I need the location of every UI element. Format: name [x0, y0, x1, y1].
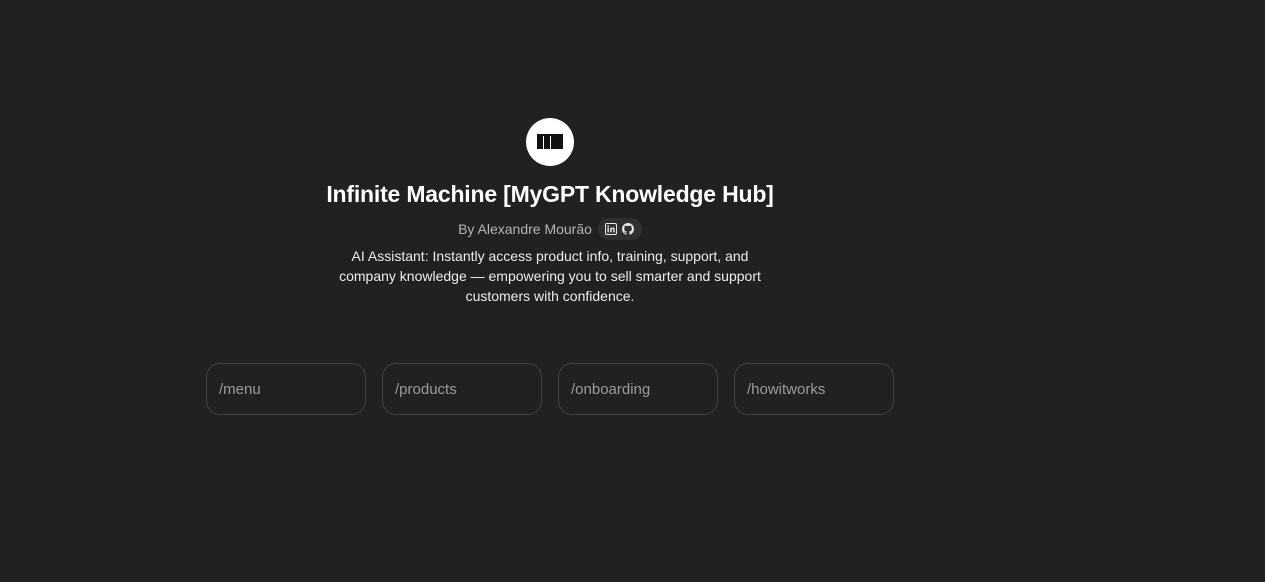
starter-products-button[interactable]: /products	[382, 363, 542, 415]
gpt-landing-page: Infinite Machine [MyGPT Knowledge Hub] B…	[0, 0, 1265, 582]
starter-menu-button[interactable]: /menu	[206, 363, 366, 415]
social-links	[597, 218, 642, 240]
author-name: By Alexandre Mourão	[458, 221, 592, 237]
book-columns-icon	[537, 134, 563, 149]
gpt-byline: By Alexandre Mourão	[458, 218, 642, 240]
gpt-profile: Infinite Machine [MyGPT Knowledge Hub] B…	[320, 118, 780, 306]
gpt-description: AI Assistant: Instantly access product i…	[339, 248, 761, 304]
starter-onboarding-button[interactable]: /onboarding	[558, 363, 718, 415]
linkedin-icon[interactable]	[605, 223, 618, 236]
gpt-title: Infinite Machine [MyGPT Knowledge Hub]	[326, 181, 774, 207]
github-icon[interactable]	[622, 223, 635, 236]
starter-howitworks-button[interactable]: /howitworks	[734, 363, 894, 415]
conversation-starters: /menu /products /onboarding /howitworks	[206, 363, 894, 415]
gpt-avatar	[526, 118, 574, 166]
